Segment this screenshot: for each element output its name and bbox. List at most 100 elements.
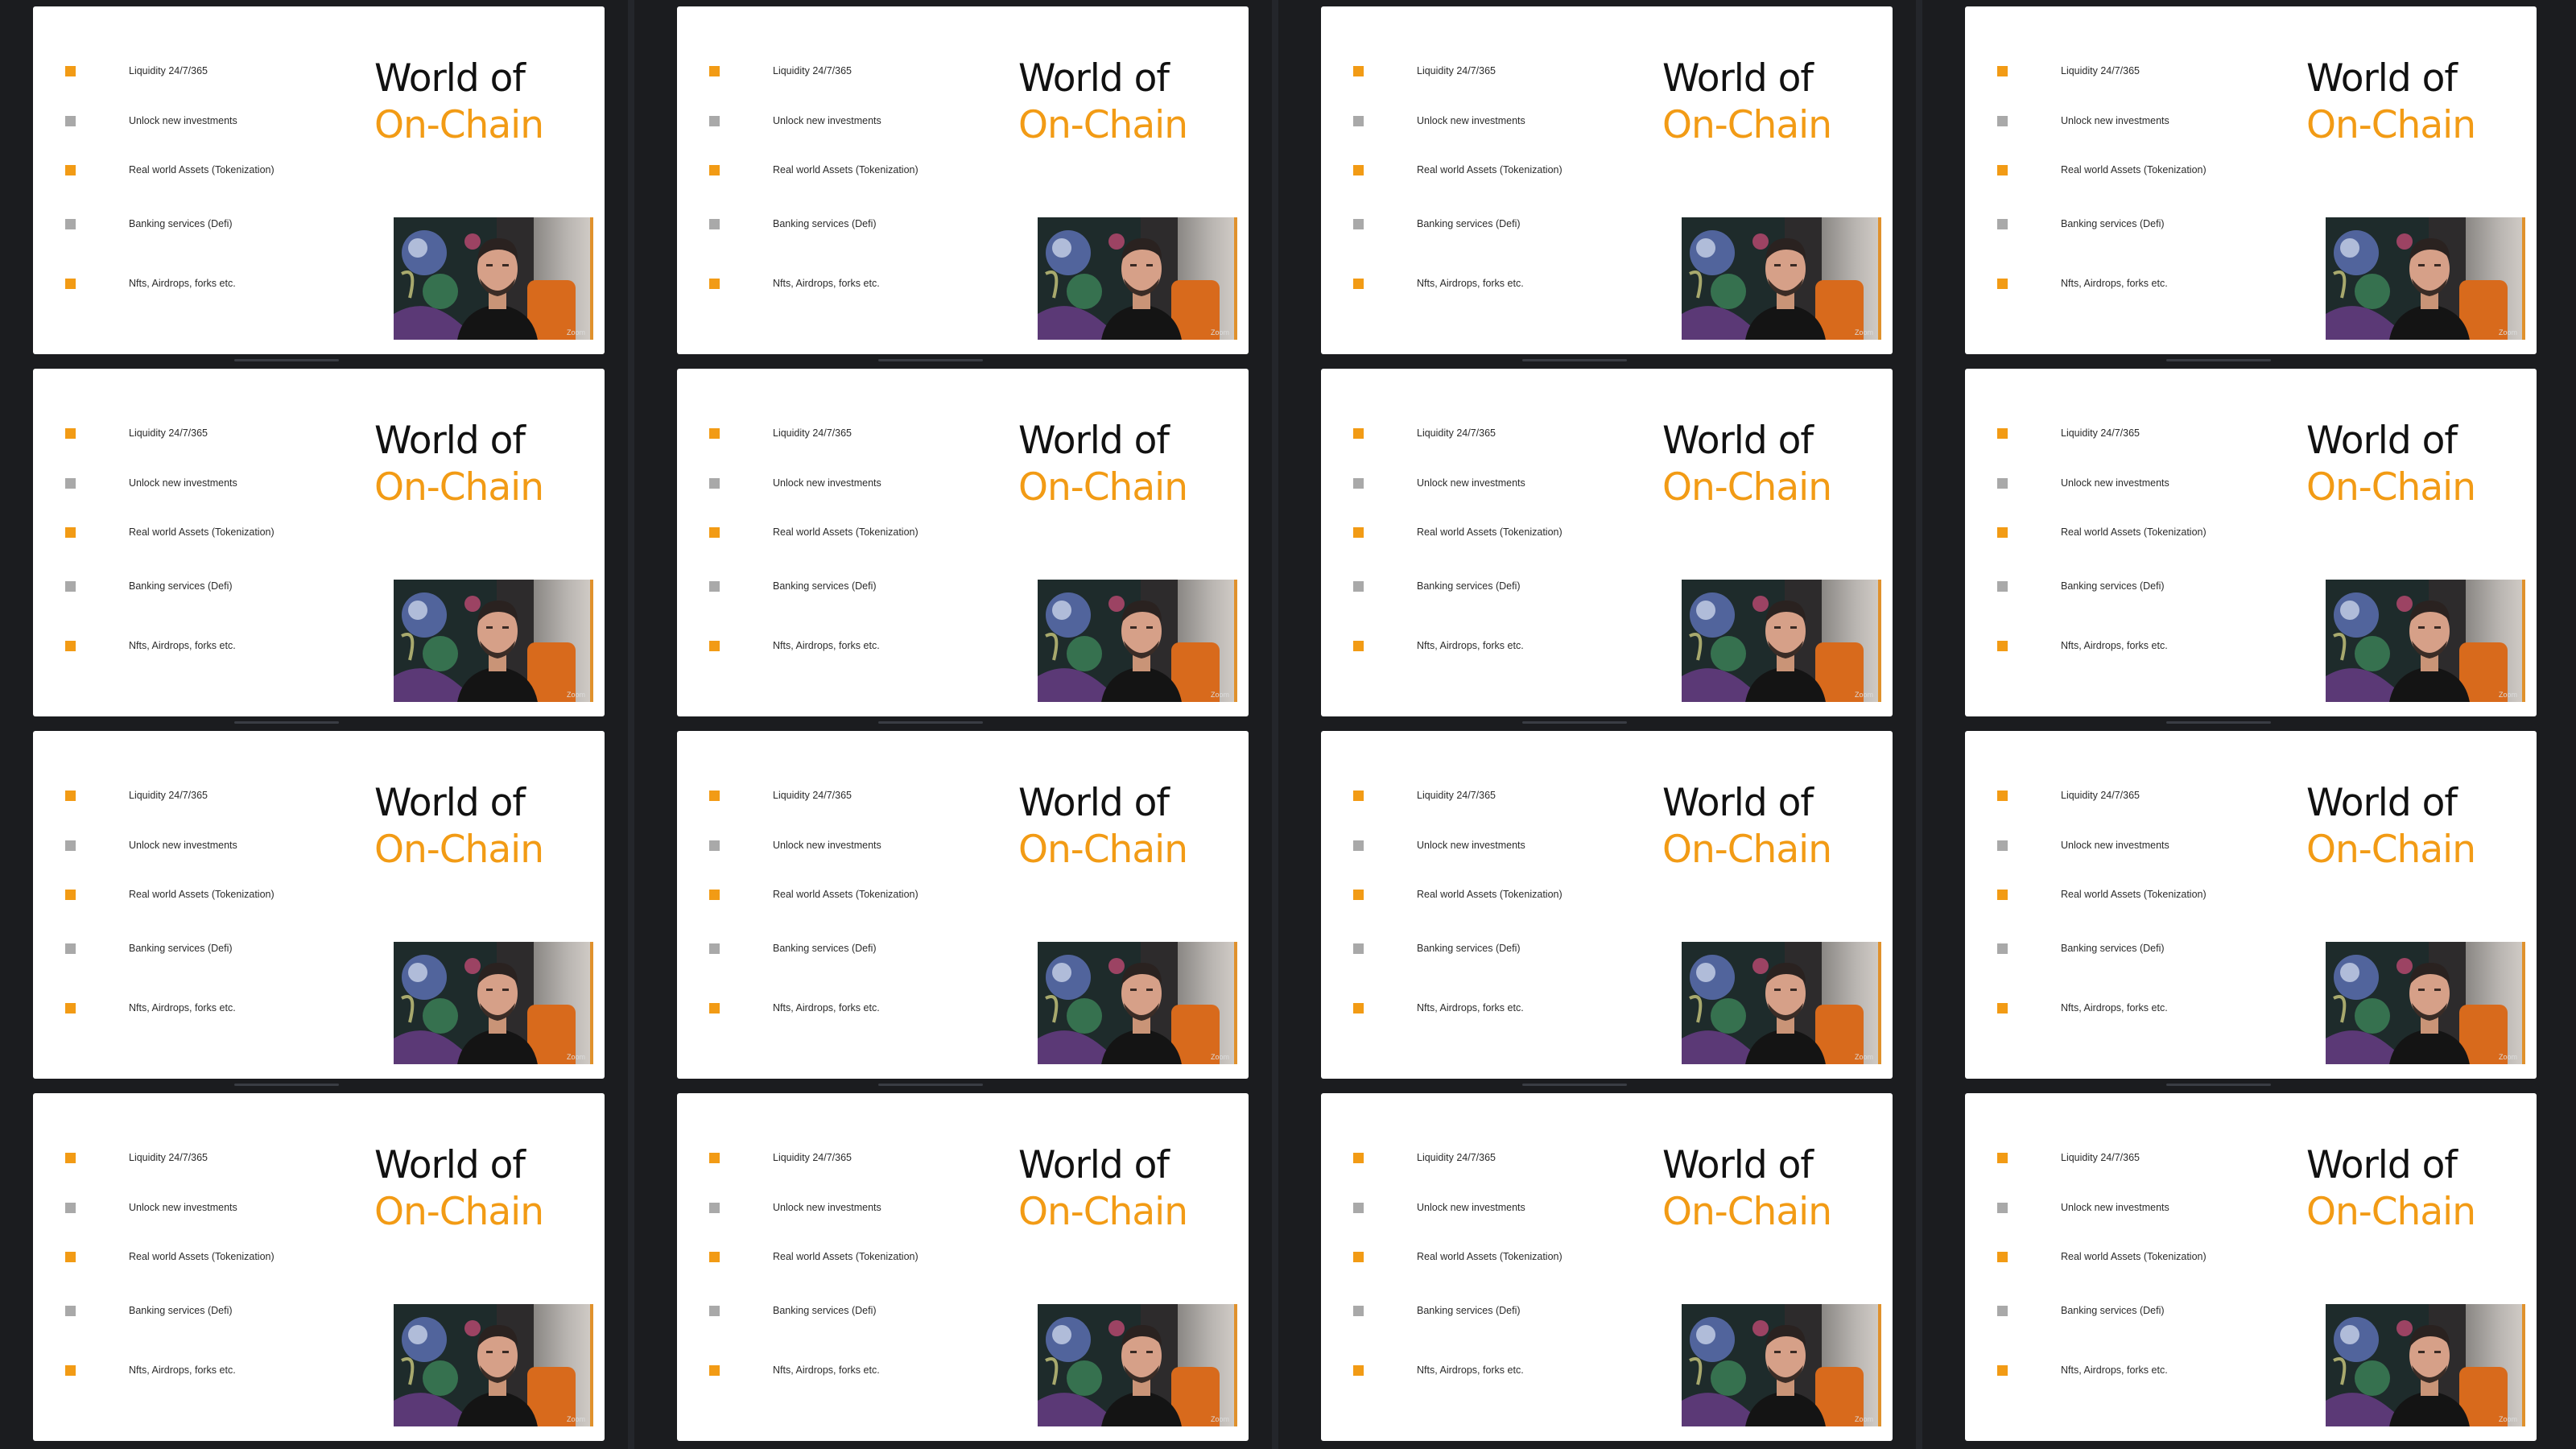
bullet-item: Liquidity 24/7/365 [1997,786,2140,805]
slide-title: World of [1662,419,1814,463]
bullet-label: Unlock new investments [2061,115,2169,126]
slide-thumbnail-r1c3[interactable]: Liquidity 24/7/365 Unlock new investment… [1321,6,1893,354]
bullet-item: Banking services (Defi) [1997,576,2165,596]
slide-thumbnail-r1c2[interactable]: Liquidity 24/7/365 Unlock new investment… [677,6,1249,354]
bullet-item: Liquidity 24/7/365 [1353,423,1496,443]
slide-thumbnail-r2c3[interactable]: Liquidity 24/7/365 Unlock new investment… [1321,369,1893,716]
slide-title-accent: On-Chain [374,1190,544,1234]
bullet-square-icon [65,115,76,126]
column-divider [628,0,634,1449]
slide-thumbnail-r4c3[interactable]: Liquidity 24/7/365 Unlock new investment… [1321,1093,1893,1441]
bullet-item: Liquidity 24/7/365 [1997,1148,2140,1167]
video-label: Zoom [566,1415,585,1423]
webcam-feed-icon: Zoom [394,1304,593,1426]
slide-title-accent: On-Chain [1662,1190,1832,1234]
bullet-item: Liquidity 24/7/365 [1353,786,1496,805]
bullet-label: Liquidity 24/7/365 [129,1152,208,1163]
bullet-label: Real world Assets (Tokenization) [773,164,919,175]
slide-thumbnail-r3c1[interactable]: Liquidity 24/7/365 Unlock new investment… [33,731,605,1079]
bullet-label: Liquidity 24/7/365 [773,427,852,439]
bullet-item: Real world Assets (Tokenization) [1353,522,1563,542]
bullet-square-icon [65,65,76,76]
bullet-label: Unlock new investments [1417,115,1525,126]
slide-thumbnail-r2c4[interactable]: Liquidity 24/7/365 Unlock new investment… [1965,369,2537,716]
bullet-item: Nfts, Airdrops, forks etc. [65,998,236,1018]
slide-thumbnail-r1c4[interactable]: Liquidity 24/7/365 Unlock new investment… [1965,6,2537,354]
bullet-square-icon [1353,790,1364,801]
slide-thumbnail-r1c1[interactable]: Liquidity 24/7/365 Unlock new investment… [33,6,605,354]
presenter [2385,1312,2474,1426]
slide-title-accent: On-Chain [1662,103,1832,147]
bullet-item: Banking services (Defi) [1353,1301,1521,1320]
bullet-item: Unlock new investments [1997,1198,2169,1217]
video-label: Zoom [1854,1415,1873,1423]
bullet-item: Liquidity 24/7/365 [65,1148,208,1167]
bullet-label: Nfts, Airdrops, forks etc. [129,278,236,289]
bullet-label: Real world Assets (Tokenization) [1417,1251,1563,1262]
bullet-label: Unlock new investments [773,840,881,851]
bullet-square-icon [1353,1305,1364,1316]
video-label: Zoom [566,1053,585,1061]
bullet-label: Nfts, Airdrops, forks etc. [773,1364,880,1376]
bullet-square-icon [709,580,720,592]
video-label: Zoom [1210,328,1229,336]
bullet-item: Banking services (Defi) [1997,1301,2165,1320]
slide-thumbnail-r2c2[interactable]: Liquidity 24/7/365 Unlock new investment… [677,369,1249,716]
bullet-square-icon [1353,640,1364,651]
slide-thumbnail-r2c1[interactable]: Liquidity 24/7/365 Unlock new investment… [33,369,605,716]
bullet-square-icon [709,278,720,289]
slide-thumbnail-r4c4[interactable]: Liquidity 24/7/365 Unlock new investment… [1965,1093,2537,1441]
bullet-square-icon [1997,1152,2008,1163]
bullet-item: Unlock new investments [1997,836,2169,855]
thumbnail-scroll-indicator [1522,721,1627,724]
bullet-square-icon [709,164,720,175]
bullet-item: Nfts, Airdrops, forks etc. [1997,998,2168,1018]
bullet-square-icon [1353,427,1364,439]
bullet-square-icon [65,943,76,954]
slide-thumbnail-r3c2[interactable]: Liquidity 24/7/365 Unlock new investment… [677,731,1249,1079]
bullet-label: Unlock new investments [129,477,237,489]
bullet-label: Banking services (Defi) [1417,943,1521,954]
bullet-label: Liquidity 24/7/365 [2061,1152,2140,1163]
slide-title: World of [1018,56,1170,101]
bullet-item: Banking services (Defi) [65,576,233,596]
slide-thumbnail-r4c1[interactable]: Liquidity 24/7/365 Unlock new investment… [33,1093,605,1441]
presenter [2385,588,2474,702]
bullet-item: Real world Assets (Tokenization) [1353,1247,1563,1266]
slide-title: World of [1018,781,1170,825]
slide-title: World of [1018,419,1170,463]
bullet-label: Liquidity 24/7/365 [129,65,208,76]
slide-thumbnail-r3c4[interactable]: Liquidity 24/7/365 Unlock new investment… [1965,731,2537,1079]
bullet-square-icon [1353,1002,1364,1013]
bullet-square-icon [65,526,76,538]
bullet-label: Nfts, Airdrops, forks etc. [1417,1364,1524,1376]
bullet-item: Nfts, Airdrops, forks etc. [709,274,880,293]
presenter [1097,225,1186,340]
bullet-label: Banking services (Defi) [129,943,233,954]
presenter [453,1312,542,1426]
bullet-square-icon [65,790,76,801]
video-label: Zoom [1854,691,1873,699]
bullet-label: Liquidity 24/7/365 [129,427,208,439]
slide-title-accent: On-Chain [374,828,544,872]
bullet-square-icon [1997,580,2008,592]
bullet-label: Real world Assets (Tokenization) [2061,164,2207,175]
bullet-item: Liquidity 24/7/365 [709,1148,852,1167]
bullet-square-icon [709,1251,720,1262]
slide-title: World of [1662,781,1814,825]
bullet-label: Real world Assets (Tokenization) [773,1251,919,1262]
webcam-feed-icon: Zoom [1038,580,1237,702]
bullet-item: Liquidity 24/7/365 [1353,1148,1496,1167]
slide-thumbnail-r4c2[interactable]: Liquidity 24/7/365 Unlock new investment… [677,1093,1249,1441]
bullet-square-icon [1353,477,1364,489]
bullet-item: Real world Assets (Tokenization) [65,1247,275,1266]
slide-thumbnail-r3c3[interactable]: Liquidity 24/7/365 Unlock new investment… [1321,731,1893,1079]
bullet-square-icon [709,790,720,801]
video-label: Zoom [1210,1415,1229,1423]
bullet-item: Nfts, Airdrops, forks etc. [709,998,880,1018]
slide-title: World of [2306,419,2458,463]
slide-title: World of [1662,56,1814,101]
bullet-square-icon [1997,640,2008,651]
bullet-item: Unlock new investments [709,111,881,130]
bullet-item: Banking services (Defi) [65,214,233,233]
